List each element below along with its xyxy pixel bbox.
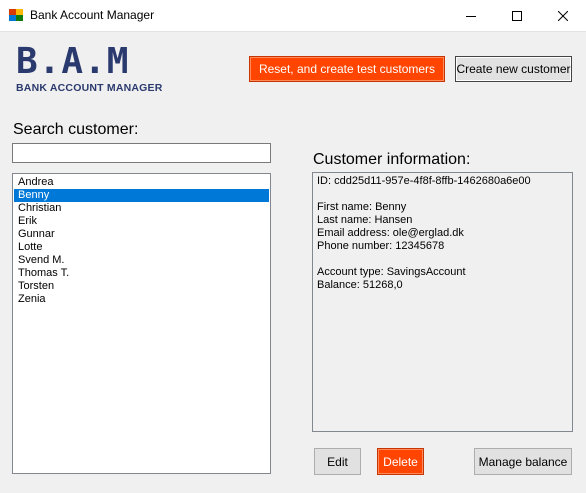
minimize-icon (466, 15, 476, 17)
create-customer-button[interactable]: Create new customer (455, 56, 572, 82)
list-item[interactable]: Zenia (14, 293, 269, 306)
info-account-type: Account type: SavingsAccount (317, 266, 466, 278)
logo-subtitle: BANK ACCOUNT MANAGER (16, 82, 163, 94)
list-item[interactable]: Gunnar (14, 228, 269, 241)
search-label: Search customer: (13, 121, 139, 138)
customer-list[interactable]: Andrea Benny Christian Erik Gunnar Lotte Svend… (12, 173, 271, 474)
bam-logo: B.A.M BANK ACCOUNT MANAGER (16, 41, 162, 97)
info-first-name: First name: Benny (317, 201, 407, 213)
delete-button[interactable]: Delete (377, 448, 424, 475)
list-item[interactable]: Christian (14, 202, 269, 215)
main-panel: B.A.M BANK ACCOUNT MANAGER Reset, and cr… (0, 31, 586, 493)
title-bar: Bank Account Manager (0, 0, 586, 31)
minimize-button[interactable] (448, 0, 494, 31)
reset-test-customers-button[interactable]: Reset, and create test customers (249, 56, 445, 82)
maximize-button[interactable] (494, 0, 540, 31)
manage-balance-button[interactable]: Manage balance (474, 448, 572, 475)
list-item[interactable]: Torsten (14, 280, 269, 293)
logo-title: B.A.M (16, 41, 130, 82)
close-icon (558, 10, 568, 21)
info-balance: Balance: 51268,0 (317, 279, 403, 291)
customer-info-heading: Customer information: (313, 151, 471, 168)
app-icon (9, 9, 23, 21)
search-input[interactable] (12, 143, 271, 163)
edit-button[interactable]: Edit (314, 448, 361, 475)
info-last-name: Last name: Hansen (317, 214, 413, 226)
customer-info-box: ID: cdd25d11-957e-4f8f-8ffb-1462680a6e00… (312, 172, 573, 432)
list-item[interactable]: Lotte (14, 241, 269, 254)
list-item[interactable]: Svend M. (14, 254, 269, 267)
close-button[interactable] (540, 0, 586, 31)
list-item[interactable]: Benny (14, 189, 269, 202)
info-email: Email address: ole@erglad.dk (317, 227, 464, 239)
info-id: ID: cdd25d11-957e-4f8f-8ffb-1462680a6e00 (317, 175, 531, 187)
list-item[interactable]: Thomas T. (14, 267, 269, 280)
list-item[interactable]: Erik (14, 215, 269, 228)
list-item[interactable]: Andrea (14, 176, 269, 189)
maximize-icon (512, 10, 522, 21)
info-phone: Phone number: 12345678 (317, 240, 445, 252)
window-title: Bank Account Manager (30, 8, 155, 22)
